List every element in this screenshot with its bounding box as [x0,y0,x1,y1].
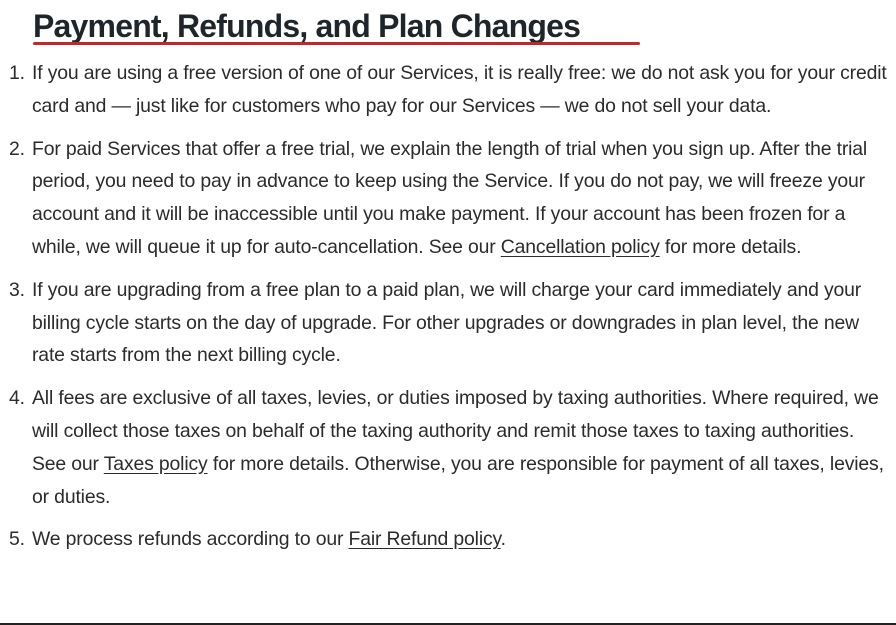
list-number: 1. [9,62,25,84]
list-number: 2. [9,137,25,160]
list-item: 1. If you are using a free version of on… [0,57,890,123]
list-item-text: If you are using a free version of one o… [32,62,887,117]
list-item: 3. If you are upgrading from a free plan… [0,274,890,372]
list-item-text: We process refunds according to our [32,528,349,551]
list-item: 4. All fees are exclusive of all taxes, … [0,382,890,513]
list-item-text: If you are upgrading from a free plan to… [32,278,862,367]
list-number: 4. [9,387,25,410]
list-number: 3. [9,278,25,301]
list-item: 2. For paid Services that offer a free t… [0,133,890,264]
title-underline [33,42,640,45]
cancellation-policy-link[interactable]: Cancellation policy [501,236,660,258]
list-item-text: . [500,528,506,551]
list-number: 5. [9,528,25,551]
terms-list: 1. If you are using a free version of on… [0,57,890,566]
taxes-policy-link[interactable]: Taxes policy [104,453,208,475]
section-heading: Payment, Refunds, and Plan Changes [33,4,640,48]
list-item: 5. We process refunds according to our F… [0,523,890,556]
fair-refund-policy-link[interactable]: Fair Refund policy [349,528,501,550]
list-item-text: for more details. [659,235,802,258]
